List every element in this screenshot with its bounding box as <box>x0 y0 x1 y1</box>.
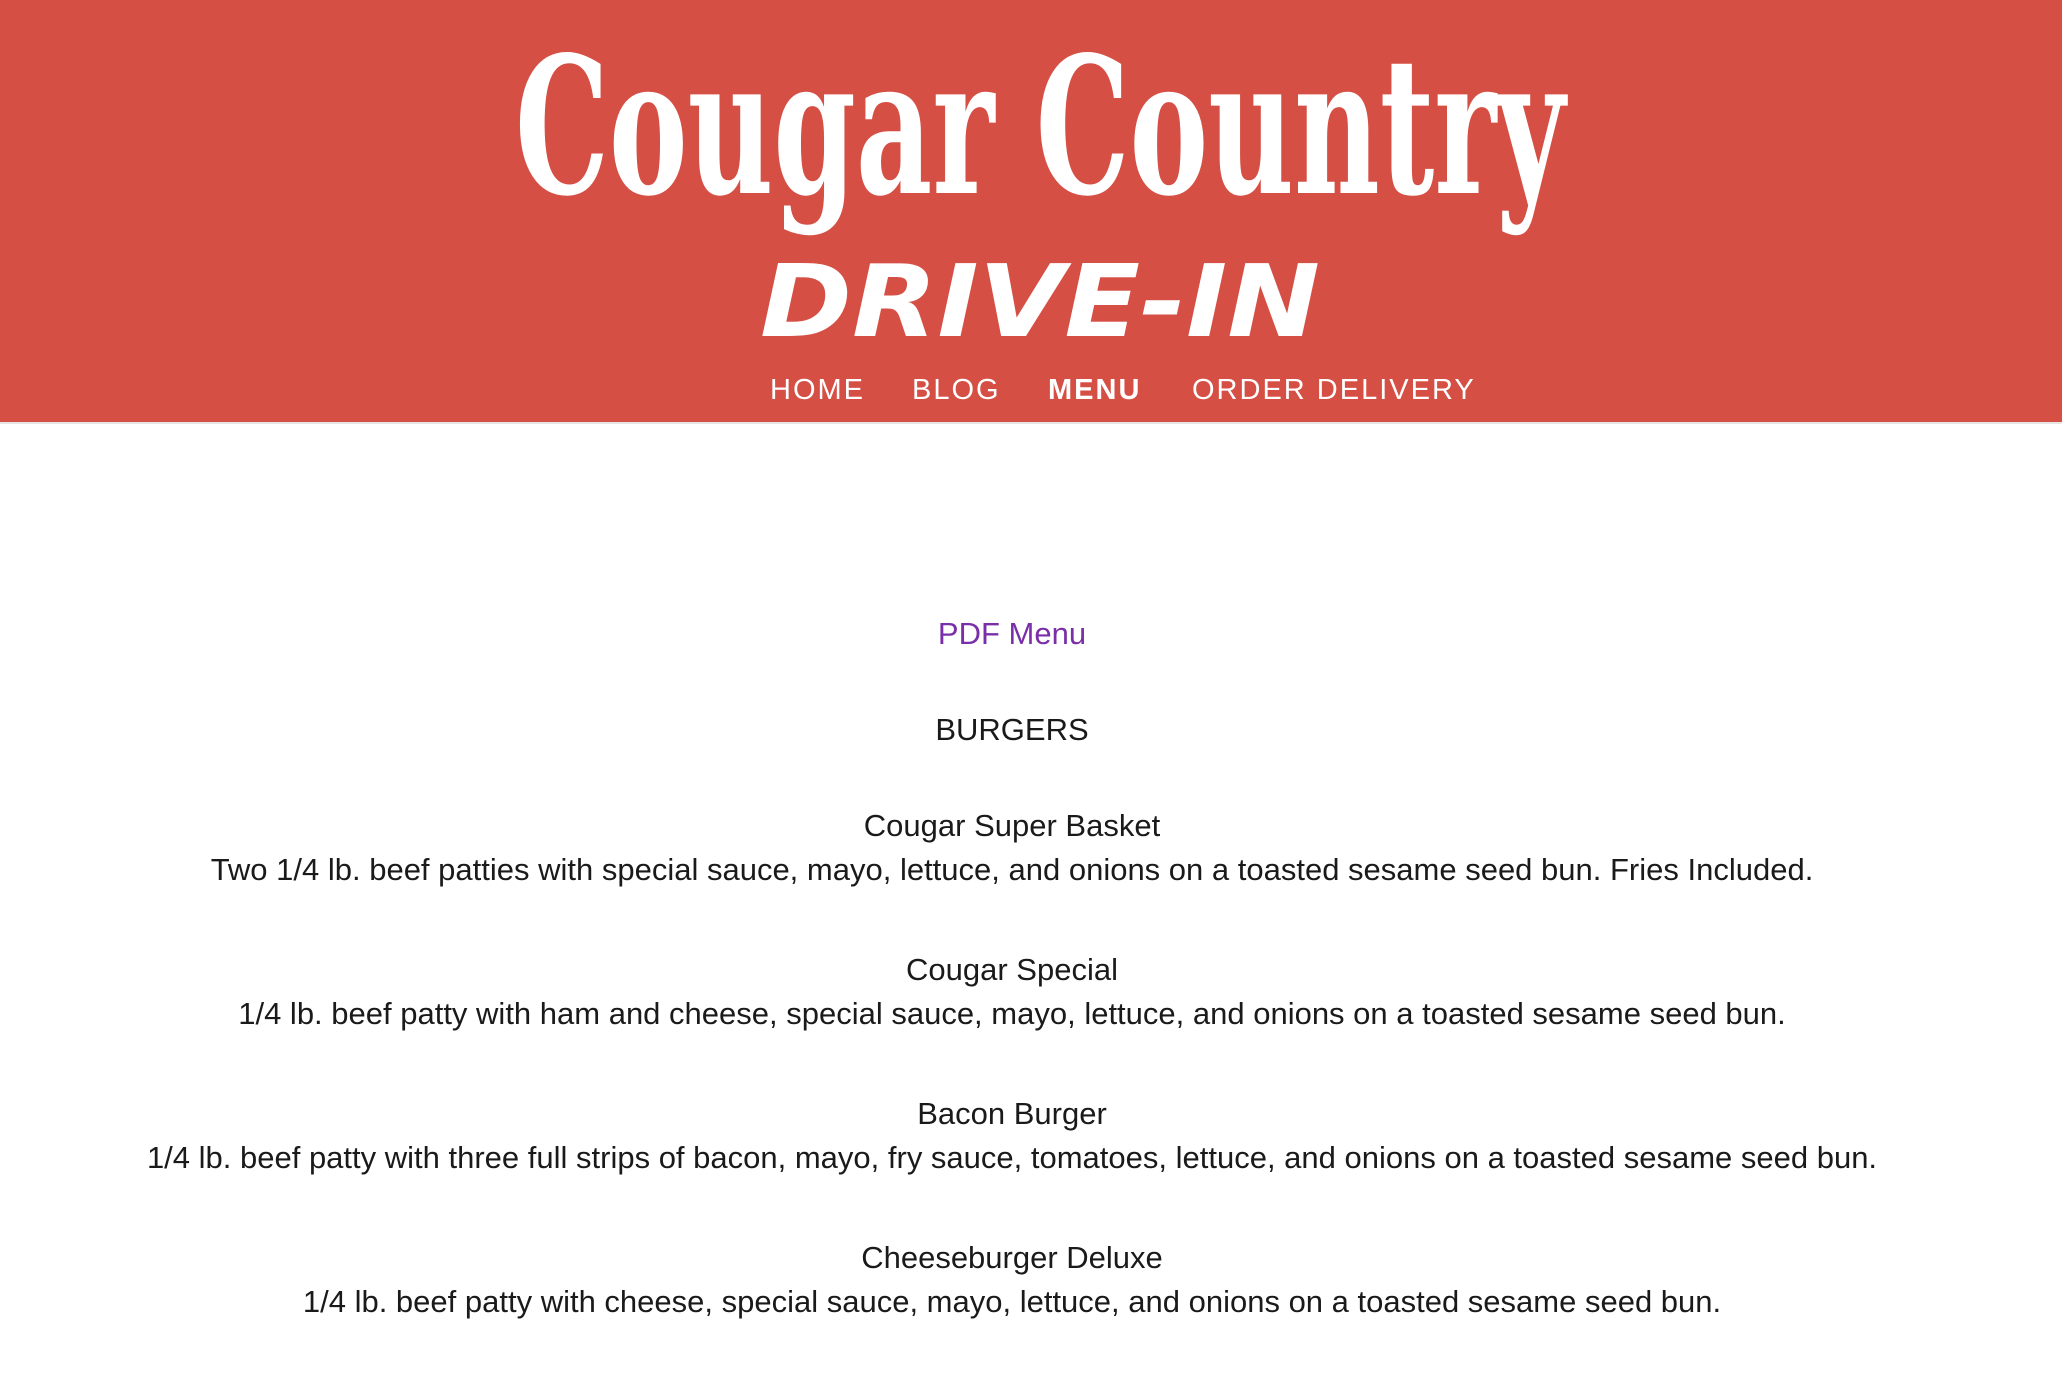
menu-item-name: Cougar Super Basket <box>863 808 1161 843</box>
menu-item: Cheeseburger Deluxe 1/4 lb. beef patty w… <box>0 1238 2024 1326</box>
pdf-menu-link[interactable]: PDF Menu <box>0 614 2024 654</box>
menu-item-description: 1/4 lb. beef patty with ham and cheese, … <box>238 996 1786 1031</box>
nav-order-delivery-link[interactable]: ORDER DELIVERY <box>1192 368 1476 412</box>
main-content: PDF Menu BURGERS Cougar Super Basket Two… <box>0 424 2062 1376</box>
nav-blog-link[interactable]: BLOG <box>912 368 1001 412</box>
menu-item-description: 1/4 lb. beef patty with three full strip… <box>146 1140 1878 1175</box>
menu-item-description: 1/4 lb. beef patty with cheese, special … <box>302 1284 1722 1319</box>
menu-item: Cougar Special 1/4 lb. beef patty with h… <box>0 950 2024 1038</box>
site-header: Cougar Country DRIVE-IN HOME BLOG MENU O… <box>0 0 2062 424</box>
logo-subtitle: DRIVE-IN <box>760 243 1320 348</box>
menu-item-name: Bacon Burger <box>917 1096 1107 1131</box>
menu-item: Cougar Super Basket Two 1/4 lb. beef pat… <box>0 806 2024 894</box>
nav-home-link[interactable]: HOME <box>770 368 865 412</box>
logo-graphic: Cougar Country DRIVE-IN <box>515 18 1568 348</box>
menu-item-name: Cougar Special <box>906 952 1118 987</box>
site-logo[interactable]: Cougar Country DRIVE-IN <box>505 18 1575 348</box>
logo-wordmark: Cougar Country <box>515 18 1568 238</box>
menu-item-name: Cheeseburger Deluxe <box>861 1240 1163 1275</box>
main-navigation: HOME BLOG MENU ORDER DELIVERY <box>0 368 2062 412</box>
menu-item-description: Two 1/4 lb. beef patties with special sa… <box>210 852 1814 887</box>
nav-menu-link[interactable]: MENU <box>1048 368 1141 412</box>
section-heading-burgers: BURGERS <box>935 712 1089 747</box>
menu-item: Bacon Burger 1/4 lb. beef patty with thr… <box>0 1094 2024 1182</box>
